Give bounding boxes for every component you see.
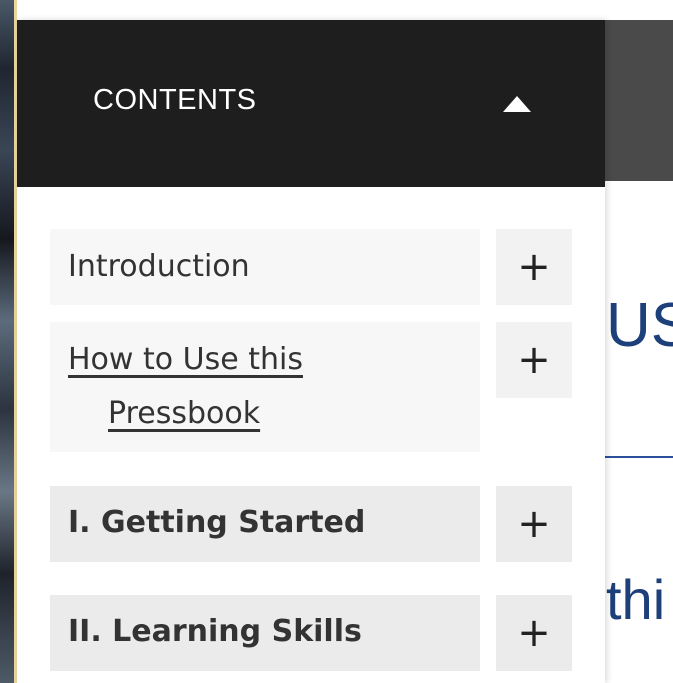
toc-item-box: Introduction xyxy=(50,229,480,305)
contents-title: CONTENTS xyxy=(93,84,257,116)
toc-item-label: Introduction xyxy=(68,249,250,284)
toc-item-learning-skills: II. Learning Skills + xyxy=(50,595,572,671)
page: US thi CONTENTS Introduction + How to Us… xyxy=(0,0,673,683)
toc-item-box: II. Learning Skills xyxy=(50,595,480,671)
toc-item-getting-started: I. Getting Started + xyxy=(50,486,572,562)
toc-item-box: How to Use this Pressbook xyxy=(50,322,480,452)
heading-divider xyxy=(605,456,673,458)
page-header-bar xyxy=(605,20,673,181)
page-subheading-fragment: thi xyxy=(606,568,666,631)
expand-introduction-button[interactable]: + xyxy=(496,229,572,305)
toc-link-how-to-use[interactable]: How to Use this xyxy=(68,342,303,377)
expand-getting-started-button[interactable]: + xyxy=(496,486,572,562)
toc-item-label[interactable]: I. Getting Started xyxy=(68,505,365,540)
expand-learning-skills-button[interactable]: + xyxy=(496,595,572,671)
toc-item-box: I. Getting Started xyxy=(50,486,480,562)
toc-link-pressbook[interactable]: Pressbook xyxy=(68,388,260,440)
expand-how-to-use-button[interactable]: + xyxy=(496,322,572,398)
triangle-up-icon xyxy=(503,96,531,112)
toc-item-how-to-use: How to Use this Pressbook + xyxy=(50,322,572,452)
contents-collapse-button[interactable] xyxy=(487,78,547,128)
contents-header: CONTENTS xyxy=(17,20,605,187)
background-photo-strip xyxy=(0,0,17,683)
contents-panel: CONTENTS Introduction + How to Use this … xyxy=(17,20,605,683)
page-heading-fragment: US xyxy=(606,291,673,360)
toc-item-introduction: Introduction + xyxy=(50,229,572,305)
toc-item-label[interactable]: II. Learning Skills xyxy=(68,614,362,649)
